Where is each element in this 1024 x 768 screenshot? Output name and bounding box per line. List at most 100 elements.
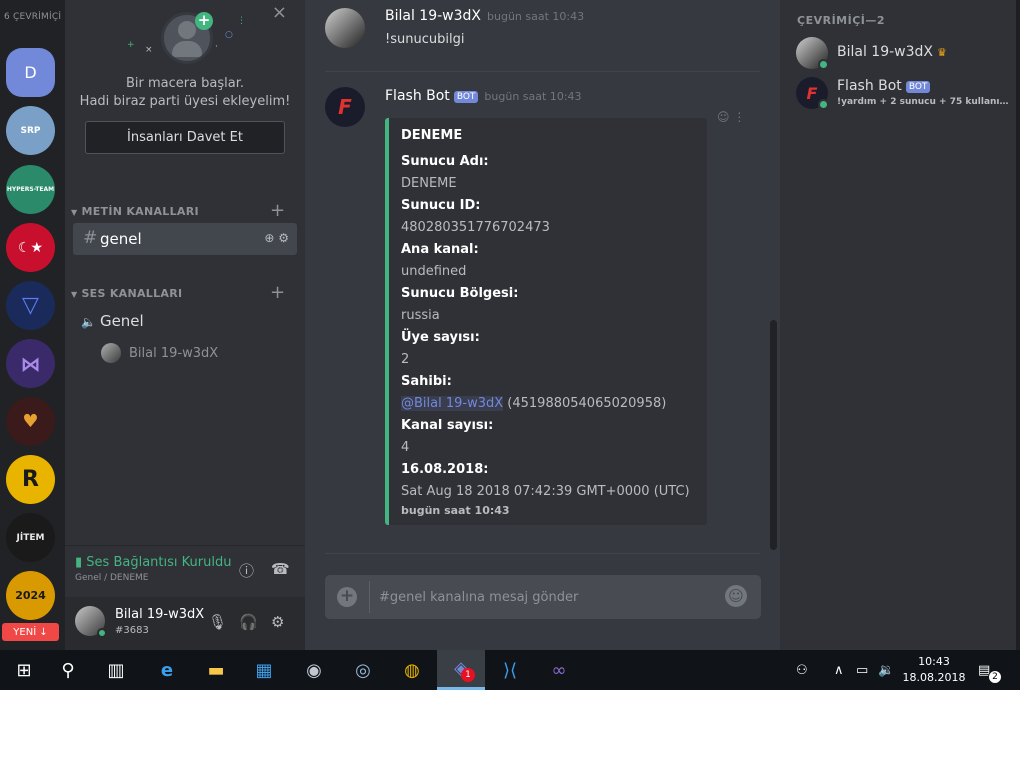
channel-name: genel bbox=[100, 230, 142, 248]
server-icon-jitem[interactable]: JİTEM bbox=[6, 513, 55, 562]
action-center-icon[interactable]: ▤ bbox=[978, 650, 990, 690]
channel-item-genel[interactable]: # genel ⊕ ⚙ bbox=[73, 223, 297, 255]
voice-connected-status: ▮ Ses Bağlantısı Kuruldu bbox=[75, 555, 232, 570]
online-status-icon bbox=[97, 628, 107, 638]
message-author: Flash Bot BOT bugün saat 10:43 bbox=[385, 88, 582, 104]
voice-channels-category[interactable]: ▼ SES KANALLARI bbox=[71, 287, 182, 300]
gear-icon[interactable]: ⚙ bbox=[271, 613, 284, 631]
user-mention[interactable]: @Bilal 19-w3dX bbox=[401, 396, 504, 411]
voice-channel-path[interactable]: Genel / DENEME bbox=[75, 573, 149, 583]
people-icon[interactable]: ⚇ bbox=[796, 650, 808, 690]
upload-plus-icon[interactable]: + bbox=[337, 587, 357, 607]
voice-user-item[interactable]: Bilal 19-w3dX bbox=[101, 343, 218, 363]
create-voice-channel-icon[interactable]: + bbox=[270, 282, 285, 303]
headphones-icon[interactable]: 🎧 bbox=[239, 613, 258, 631]
task-view-icon[interactable]: ▥ bbox=[92, 650, 140, 690]
username: Bilal 19-w3dX bbox=[115, 607, 205, 622]
embed-field-value: russia bbox=[401, 308, 440, 323]
network-icon[interactable]: ▭ bbox=[856, 650, 868, 690]
server-icon-r[interactable]: R bbox=[6, 455, 55, 504]
start-windows-icon[interactable]: ⊞ bbox=[0, 650, 48, 690]
gear-icon[interactable]: ⚙ bbox=[278, 231, 289, 245]
disconnect-icon[interactable]: ☎ bbox=[271, 560, 290, 578]
store-icon[interactable]: ▦ bbox=[240, 650, 288, 690]
hash-icon: # bbox=[83, 228, 98, 248]
member-status-text: !yardım + 2 sunucu + 75 kullanıcı O... bbox=[837, 97, 1013, 107]
steam-icon[interactable]: ◉ bbox=[290, 650, 338, 690]
add-reaction-icon[interactable]: ☺ bbox=[717, 110, 730, 124]
chevron-up-icon[interactable]: ∧ bbox=[834, 650, 844, 690]
edge-browser-icon[interactable]: e bbox=[143, 650, 191, 690]
new-unreads-badge[interactable]: YENİ ↓ bbox=[2, 623, 59, 641]
server-icon-heart[interactable]: ♥ bbox=[6, 397, 55, 446]
discord-taskbar-icon[interactable]: ◈ 1 bbox=[437, 650, 485, 690]
microphone-icon[interactable]: 🎙 bbox=[208, 613, 227, 631]
visual-studio-icon[interactable]: ∞ bbox=[535, 650, 583, 690]
online-members-header: ÇEVRİMİÇİ—2 bbox=[797, 14, 886, 27]
chrome-icon[interactable]: ◍ bbox=[388, 650, 436, 690]
member-item[interactable]: Bilal 19-w3dX ♛ bbox=[837, 44, 947, 60]
notification-count-badge: 2 bbox=[988, 670, 1002, 684]
embed-field-value: @Bilal 19-w3dX (451988054065020958) bbox=[401, 396, 667, 411]
more-options-icon[interactable]: ⋮ bbox=[733, 110, 745, 124]
create-text-channel-icon[interactable]: + bbox=[270, 200, 285, 221]
chevron-down-icon: ▼ bbox=[71, 208, 78, 217]
embed-field-name: Sunucu ID: bbox=[401, 198, 481, 213]
add-member-icon[interactable]: ⊕ bbox=[264, 231, 274, 245]
server-icon-2024-studio[interactable]: 2024 bbox=[6, 571, 55, 620]
message-input[interactable] bbox=[379, 575, 719, 619]
teamspeak-icon[interactable]: ◎ bbox=[339, 650, 387, 690]
windows-taskbar: ⊞ ⚲ ▥ e ▬ ▦ ◉ ◎ ◍ ◈ 1 ⟩⟨ ∞ ⚇ ∧ ▭ 🔉 10:43… bbox=[0, 650, 1020, 690]
system-clock[interactable]: 10:43 18.08.2018 bbox=[900, 654, 968, 686]
bot-avatar[interactable]: F bbox=[325, 87, 365, 127]
embed-field-name: 16.08.2018: bbox=[401, 462, 489, 477]
volume-icon[interactable]: 🔉 bbox=[878, 650, 894, 690]
emoji-icon[interactable]: ☺ bbox=[725, 585, 747, 607]
close-icon[interactable]: × bbox=[272, 2, 287, 23]
embed-field-name: Ana kanal: bbox=[401, 242, 479, 257]
add-friend-icon: + bbox=[195, 12, 213, 30]
clock-date: 18.08.2018 bbox=[902, 671, 966, 684]
server-icon-butterfly[interactable]: ⋈ bbox=[6, 339, 55, 388]
server-icon-v[interactable]: ▽ bbox=[6, 281, 55, 330]
online-status-icon bbox=[818, 59, 829, 70]
server-icon-turkey[interactable]: ☾★ bbox=[6, 223, 55, 272]
embed-field-value: 2 bbox=[401, 352, 410, 367]
text-channels-category[interactable]: ▼ METİN KANALLARI bbox=[71, 205, 199, 218]
embed-field-name: Sunucu Bölgesi: bbox=[401, 286, 519, 301]
crown-icon: ♛ bbox=[937, 46, 947, 59]
embed-field-value: 480280351776702473 bbox=[401, 220, 550, 235]
direct-messages-button[interactable]: D bbox=[6, 48, 55, 97]
avatar[interactable] bbox=[325, 8, 365, 48]
voice-connection-panel: ▮ Ses Bağlantısı Kuruldu Genel / DENEME … bbox=[65, 545, 305, 595]
online-status-icon bbox=[818, 99, 829, 110]
server-icon-srp[interactable]: SRP bbox=[6, 106, 55, 155]
sparkle-icon: ⋮ bbox=[237, 16, 246, 26]
voice-channel-genel[interactable]: 🔈 Genel bbox=[81, 312, 144, 330]
user-panel: Bilal 19-w3dX #3683 🎙 🎧 ⚙ bbox=[65, 597, 305, 650]
embed-field-name: Üye sayısı: bbox=[401, 330, 480, 345]
server-icon-hypers-team[interactable]: HYPERS-TEAM bbox=[6, 165, 55, 214]
file-explorer-icon[interactable]: ▬ bbox=[192, 650, 240, 690]
chevron-down-icon: ▼ bbox=[71, 290, 78, 299]
invite-heading: Bir macera başlar. bbox=[125, 76, 245, 91]
sparkle-icon: · bbox=[215, 42, 218, 52]
message-divider bbox=[325, 553, 760, 554]
invite-prompt: + × ○ · ⋮ + × Bir macera başlar. Hadi bi… bbox=[65, 0, 305, 170]
info-icon[interactable]: ⓘ bbox=[239, 560, 254, 581]
signal-icon: ▮ bbox=[75, 555, 87, 570]
embed-field-value: DENEME bbox=[401, 176, 457, 191]
discord-window: 6 ÇEVRİMİÇİ D SRP HYPERS-TEAM ☾★ ▽ ⋈ ♥ R… bbox=[0, 0, 1020, 690]
vscode-icon[interactable]: ⟩⟨ bbox=[486, 650, 534, 690]
embed-field-value: undefined bbox=[401, 264, 467, 279]
avatar bbox=[101, 343, 121, 363]
user-discriminator: #3683 bbox=[115, 625, 149, 636]
embed-field-value: 4 bbox=[401, 440, 410, 455]
server-list: 6 ÇEVRİMİÇİ D SRP HYPERS-TEAM ☾★ ▽ ⋈ ♥ R… bbox=[0, 0, 65, 650]
search-icon[interactable]: ⚲ bbox=[44, 650, 92, 690]
sparkle-icon: × bbox=[145, 45, 153, 55]
member-item[interactable]: Flash Bot BOT bbox=[837, 78, 931, 94]
chat-scrollbar[interactable] bbox=[770, 320, 777, 550]
invite-people-button[interactable]: İnsanları Davet Et bbox=[85, 121, 285, 154]
clock-time: 10:43 bbox=[918, 655, 950, 668]
